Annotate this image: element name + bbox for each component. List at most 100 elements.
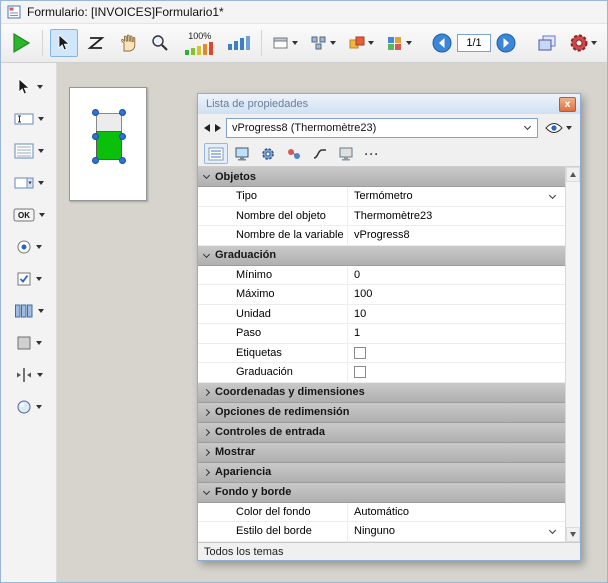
canvas[interactable]: Lista de propiedades x vProgress8 (Therm… bbox=[57, 63, 607, 582]
property-value[interactable]: vProgress8 bbox=[348, 226, 565, 245]
arrow-up-icon bbox=[570, 172, 576, 177]
pointer-tool-button[interactable] bbox=[50, 29, 78, 57]
level-icon bbox=[348, 35, 366, 51]
oval-tool-icon bbox=[16, 399, 32, 415]
options-menu-button[interactable] bbox=[565, 29, 601, 57]
selection-handle[interactable] bbox=[119, 133, 126, 140]
next-object-icon[interactable] bbox=[215, 124, 221, 132]
section-header[interactable]: Graduación bbox=[198, 246, 565, 266]
themes-filter-label[interactable]: Todos los temas bbox=[204, 546, 283, 558]
checkbox-unchecked[interactable] bbox=[354, 366, 366, 378]
form-page[interactable] bbox=[69, 87, 147, 201]
sidebar-combo-box-tool[interactable] bbox=[6, 171, 52, 195]
sidebar-radio-button-tool[interactable] bbox=[6, 235, 52, 259]
chevron-down-icon[interactable] bbox=[36, 341, 42, 345]
sidebar-button-tool[interactable]: OK bbox=[6, 203, 52, 227]
property-value[interactable] bbox=[348, 344, 565, 363]
property-row: Nombre de la variablevProgress8 bbox=[198, 226, 565, 246]
scroll-down-button[interactable] bbox=[566, 527, 580, 542]
chevron-down-icon[interactable] bbox=[36, 405, 42, 409]
sidebar-text-field-tool[interactable] bbox=[6, 107, 52, 131]
chevron-down-icon[interactable] bbox=[38, 117, 44, 121]
section-header[interactable]: Mostrar bbox=[198, 443, 565, 463]
property-value[interactable]: 100 bbox=[348, 285, 565, 304]
display-scale-button[interactable] bbox=[226, 29, 254, 57]
sidebar-rectangle-tool[interactable] bbox=[6, 331, 52, 355]
zoom-level-control[interactable]: 100% bbox=[178, 27, 222, 59]
object-selector-combo[interactable]: vProgress8 (Thermomètre23) bbox=[226, 118, 538, 138]
run-form-button[interactable] bbox=[7, 29, 35, 57]
chevron-down-icon[interactable] bbox=[39, 213, 45, 217]
chevron-down-icon[interactable] bbox=[38, 149, 44, 153]
pan-tool-button[interactable] bbox=[114, 29, 142, 57]
chevron-down-icon[interactable] bbox=[549, 192, 556, 199]
selection-handle[interactable] bbox=[119, 157, 126, 164]
tab-curve-tab[interactable] bbox=[308, 143, 332, 164]
selection-handle[interactable] bbox=[92, 157, 99, 164]
section-header[interactable]: Apariencia bbox=[198, 463, 565, 483]
tab-gear-tab[interactable] bbox=[256, 143, 280, 164]
zoom-tool-button[interactable] bbox=[146, 29, 174, 57]
tab-events-tab[interactable] bbox=[282, 143, 306, 164]
level-menu-button[interactable] bbox=[344, 29, 378, 57]
toolbar-separator bbox=[261, 30, 262, 56]
tab-screen-tab[interactable] bbox=[334, 143, 358, 164]
distribute-menu-button[interactable] bbox=[306, 29, 340, 57]
chevron-down-icon[interactable] bbox=[549, 527, 556, 534]
properties-titlebar[interactable]: Lista de propiedades x bbox=[198, 94, 580, 114]
property-value[interactable]: Thermomètre23 bbox=[348, 207, 565, 226]
chevron-down-icon[interactable] bbox=[37, 373, 43, 377]
property-value[interactable]: 1 bbox=[348, 324, 565, 343]
style-menu-button[interactable] bbox=[382, 29, 416, 57]
window-titlebar[interactable]: Formulario: [INVOICES]Formulario1* bbox=[1, 1, 607, 23]
page-indicator[interactable]: 1/1 bbox=[457, 34, 490, 52]
align-menu-button[interactable] bbox=[268, 29, 302, 57]
property-value[interactable]: Automático bbox=[348, 503, 565, 522]
checkbox-unchecked[interactable] bbox=[354, 347, 366, 359]
sidebar-oval-tool[interactable] bbox=[6, 395, 52, 419]
visibility-menu-button[interactable] bbox=[543, 122, 574, 134]
sidebar-button-grid-tool[interactable] bbox=[6, 299, 52, 323]
scrollbar-track[interactable] bbox=[566, 182, 580, 527]
selection-handle[interactable] bbox=[92, 133, 99, 140]
sidebar-listbox-tool[interactable] bbox=[6, 139, 52, 163]
section-header[interactable]: Objetos bbox=[198, 167, 565, 187]
property-label: Mínimo bbox=[198, 266, 348, 285]
chevron-down-icon[interactable] bbox=[38, 181, 44, 185]
next-page-button[interactable] bbox=[495, 29, 517, 57]
section-label: Mostrar bbox=[215, 446, 255, 458]
chevron-down-icon[interactable] bbox=[36, 245, 42, 249]
thermometer-object[interactable] bbox=[96, 113, 122, 160]
selection-handle[interactable] bbox=[119, 109, 126, 116]
entry-order-tool-button[interactable] bbox=[82, 29, 110, 57]
chevron-down-icon[interactable] bbox=[520, 120, 535, 136]
selection-handle[interactable] bbox=[92, 109, 99, 116]
chevron-right-icon bbox=[203, 468, 210, 475]
sidebar-checkbox-tool[interactable] bbox=[6, 267, 52, 291]
combo-box-tool-icon bbox=[14, 175, 34, 191]
chevron-down-icon[interactable] bbox=[37, 85, 43, 89]
windows-cascade-button[interactable] bbox=[533, 29, 561, 57]
property-value[interactable]: 0 bbox=[348, 266, 565, 285]
tab-list-tab[interactable] bbox=[204, 143, 228, 164]
section-header[interactable]: Opciones de redimensión bbox=[198, 403, 565, 423]
scrollbar[interactable] bbox=[565, 167, 580, 542]
tab-more-tab[interactable]: ··· bbox=[360, 143, 384, 164]
previous-page-button[interactable] bbox=[431, 29, 453, 57]
property-row: Color del fondoAutomático bbox=[198, 503, 565, 523]
property-value[interactable]: Ninguno bbox=[348, 522, 565, 541]
previous-object-icon[interactable] bbox=[204, 124, 210, 132]
property-value[interactable] bbox=[348, 363, 565, 382]
chevron-down-icon[interactable] bbox=[36, 277, 42, 281]
close-button[interactable]: x bbox=[559, 97, 576, 112]
tab-monitor-tab[interactable] bbox=[230, 143, 254, 164]
property-value[interactable]: Termómetro bbox=[348, 187, 565, 206]
scroll-up-button[interactable] bbox=[566, 167, 580, 182]
sidebar-pointer-tool[interactable] bbox=[6, 75, 52, 99]
sidebar-splitter-tool[interactable] bbox=[6, 363, 52, 387]
section-header[interactable]: Coordenadas y dimensiones bbox=[198, 383, 565, 403]
section-header[interactable]: Fondo y borde bbox=[198, 483, 565, 503]
property-value[interactable]: 10 bbox=[348, 305, 565, 324]
section-header[interactable]: Controles de entrada bbox=[198, 423, 565, 443]
chevron-down-icon[interactable] bbox=[38, 309, 44, 313]
